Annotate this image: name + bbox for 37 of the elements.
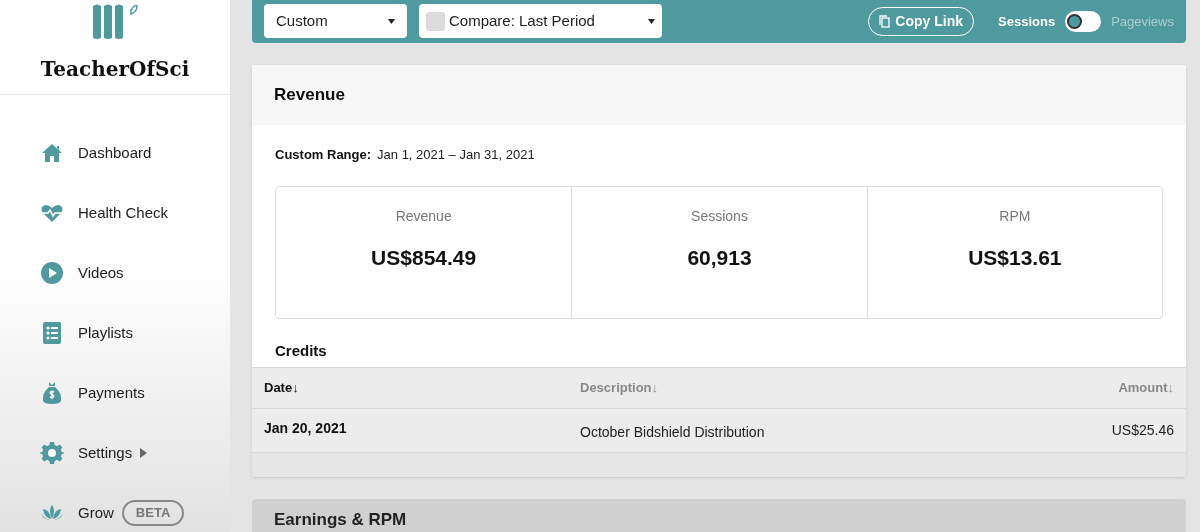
table-cell-text: Jan 20, 2021	[264, 419, 348, 439]
table-cell-text: October Bidshield Distribution	[580, 423, 766, 443]
beta-badge: BETA	[121, 500, 185, 526]
range-value: Jan 1, 2021 – Jan 31, 2021	[377, 145, 535, 164]
range-dropdown[interactable]: Custom	[264, 4, 407, 39]
logo-icon	[91, 2, 139, 42]
sidebar-item[interactable]: Videos	[40, 255, 230, 291]
compare-dropdown[interactable]: Compare: Last Period	[419, 4, 662, 39]
brand-name: TeacherOfSci	[40, 56, 190, 83]
money-bag-icon	[40, 381, 64, 405]
sidebar-item[interactable]: Settings	[40, 435, 230, 471]
card-title: Earnings & RPM	[274, 510, 407, 531]
stat-label: RPM	[999, 207, 1031, 227]
table-cell-text: US$25.46	[1111, 421, 1174, 441]
stat-value: 60,913	[687, 245, 752, 272]
sidebar-item[interactable]: Grow BETA	[40, 495, 230, 531]
sidebar-item[interactable]: Payments	[40, 375, 230, 411]
home-icon	[40, 141, 64, 165]
stat-value: US$13.61	[968, 245, 1062, 272]
stat-label: Sessions	[691, 207, 748, 227]
stat-label: Revenue	[395, 207, 452, 227]
play-icon	[40, 261, 64, 285]
range-label: Custom Range:	[275, 145, 372, 164]
toggle-switch[interactable]	[1065, 10, 1102, 32]
compare-checkbox[interactable]	[426, 11, 445, 31]
section-title: Credits	[275, 342, 327, 360]
sidebar-item[interactable]: Health Check	[40, 195, 230, 231]
card-title: Revenue	[274, 83, 345, 106]
sidebar-item[interactable]: Playlists	[40, 315, 230, 351]
dropdown-caret-icon	[388, 18, 395, 24]
settings-icon	[40, 441, 64, 465]
checklist-icon	[40, 321, 64, 345]
sidebar-item[interactable]: Dashboard	[40, 135, 230, 171]
copy-icon	[879, 14, 891, 28]
dropdown-caret-icon	[648, 18, 655, 24]
column-header[interactable]: Date↓	[264, 378, 580, 398]
stat-value: US$854.49	[371, 245, 477, 272]
